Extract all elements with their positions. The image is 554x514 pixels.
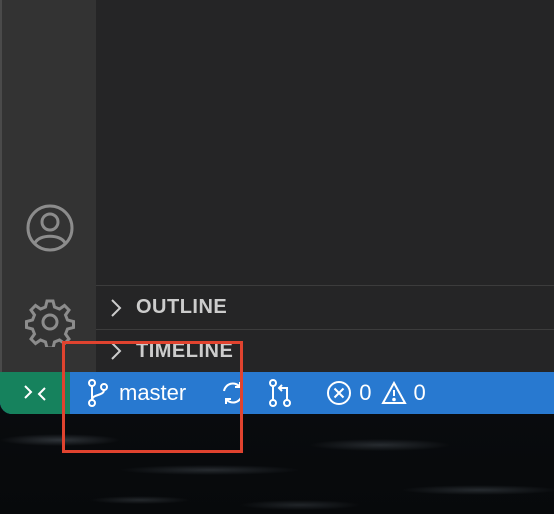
account-icon[interactable]	[24, 202, 76, 254]
error-icon	[327, 381, 352, 405]
branch-name: master	[119, 380, 187, 405]
pull-request-button[interactable]	[267, 378, 293, 408]
sync-icon	[223, 382, 244, 404]
gear-icon[interactable]	[24, 296, 76, 348]
warning-icon	[380, 381, 407, 404]
timeline-section[interactable]: TIMELINE	[96, 329, 554, 372]
remote-button[interactable]	[0, 372, 70, 414]
status-bar: master 0 0	[0, 372, 554, 414]
editor-window: OUTLINE TIMELINE master 0 0	[0, 0, 554, 414]
chevron-right-icon	[96, 298, 136, 318]
error-count: 0	[359, 380, 372, 405]
chevron-right-icon	[96, 341, 136, 361]
remote-icon	[24, 385, 46, 401]
outline-section[interactable]: OUTLINE	[96, 285, 554, 329]
warning-count: 0	[413, 380, 426, 405]
source-branch-icon	[88, 379, 108, 407]
branch-button[interactable]: master	[86, 378, 186, 408]
pull-request-icon	[269, 379, 292, 407]
editor-area	[96, 0, 554, 285]
problems-button[interactable]: 0 0	[326, 380, 426, 406]
activity-bar	[0, 0, 96, 372]
timeline-label: TIMELINE	[136, 339, 234, 362]
sync-button[interactable]	[219, 379, 247, 407]
outline-label: OUTLINE	[136, 296, 228, 318]
